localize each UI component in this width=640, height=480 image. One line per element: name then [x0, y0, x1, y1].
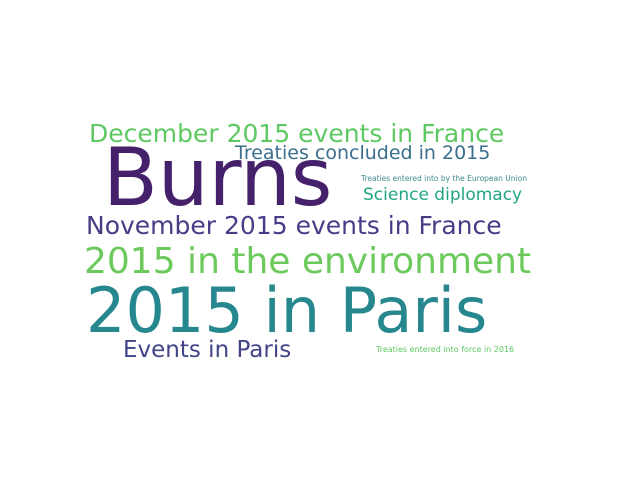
- word-events-in-paris: Events in Paris: [123, 337, 292, 363]
- word-cloud: December 2015 events in France Burns Tre…: [0, 0, 640, 480]
- word-treaties-european-union: Treaties entered into by the European Un…: [361, 174, 527, 183]
- word-november-2015-events: November 2015 events in France: [86, 211, 502, 240]
- word-treaties-force-2016: Treaties entered into force in 2016: [376, 345, 515, 354]
- word-2015-in-paris: 2015 in Paris: [86, 274, 488, 347]
- word-science-diplomacy: Science diplomacy: [363, 185, 523, 205]
- word-treaties-concluded-2015: Treaties concluded in 2015: [235, 142, 491, 164]
